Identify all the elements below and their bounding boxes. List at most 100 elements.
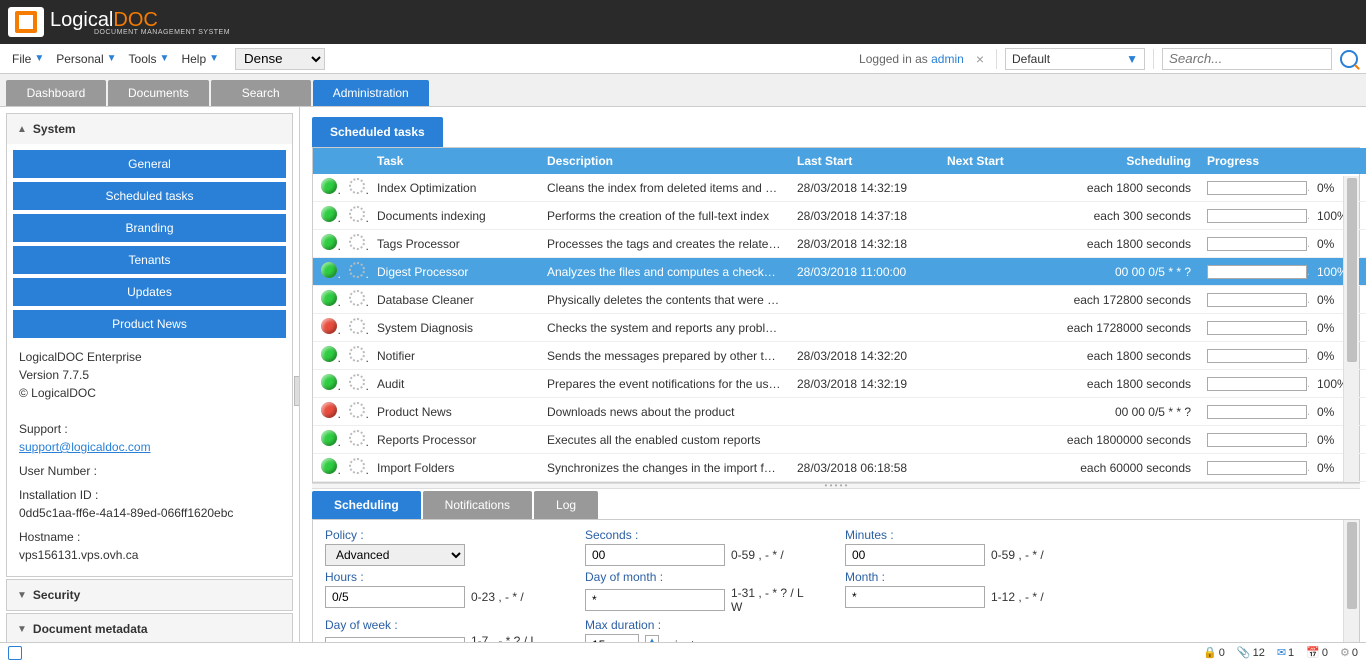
table-row[interactable]: Product NewsDownloads news about the pro… [313, 398, 1366, 426]
table-row[interactable]: AuditPrepares the event notifications fo… [313, 370, 1366, 398]
tasks-table: Task Description Last Start Next Start S… [313, 148, 1366, 482]
menu-tools[interactable]: Tools▼ [125, 50, 174, 68]
status-checked-out[interactable]: 📎12 [1237, 646, 1265, 659]
table-row[interactable]: Tags ProcessorProcesses the tags and cre… [313, 230, 1366, 258]
status-green-icon [321, 458, 337, 474]
sidebar-metadata-header[interactable]: ▼ Document metadata [7, 614, 292, 644]
sidebar-security-header[interactable]: ▼ Security [7, 580, 292, 610]
tab-administration[interactable]: Administration [313, 80, 429, 106]
run-task-icon[interactable] [349, 402, 365, 418]
run-task-icon[interactable] [349, 178, 365, 194]
menu-personal[interactable]: Personal▼ [52, 50, 120, 68]
task-last-start: 28/03/2018 14:37:18 [789, 202, 939, 230]
table-row[interactable]: Import FoldersSynchronizes the changes i… [313, 454, 1366, 482]
run-task-icon[interactable] [349, 374, 365, 390]
col-description[interactable]: Description [539, 148, 789, 174]
subtab-scheduled-tasks[interactable]: Scheduled tasks [312, 117, 443, 147]
maxdur-label: Max duration : [585, 618, 805, 632]
run-task-icon[interactable] [349, 458, 365, 474]
chevron-down-icon: ▼ [17, 590, 27, 601]
search-icon[interactable] [1340, 50, 1358, 68]
run-task-icon[interactable] [349, 318, 365, 334]
sidebar-system-header[interactable]: ▲ System [7, 114, 292, 144]
task-name: Import Folders [369, 454, 539, 482]
policy-label: Policy : [325, 528, 545, 542]
seconds-input[interactable] [585, 544, 725, 566]
sidebar-item-product-news[interactable]: Product News [13, 310, 286, 338]
task-last-start: 28/03/2018 14:32:18 [789, 230, 939, 258]
status-red-icon [321, 402, 337, 418]
run-task-icon[interactable] [349, 206, 365, 222]
chevron-down-icon: ▼ [17, 624, 27, 635]
status-locked[interactable]: 🔒0 [1203, 646, 1225, 659]
run-task-icon[interactable] [349, 346, 365, 362]
sidebar-item-scheduled-tasks[interactable]: Scheduled tasks [13, 182, 286, 210]
task-next-start [939, 286, 1039, 314]
run-task-icon[interactable] [349, 430, 365, 446]
menu-file[interactable]: File▼ [8, 50, 48, 68]
progress-bar [1207, 405, 1307, 419]
sidebar-item-updates[interactable]: Updates [13, 278, 286, 306]
dom-input[interactable] [585, 589, 725, 611]
statusbar: 🔒0 📎12 ✉1 📅0 ⚙0 [0, 642, 1366, 662]
support-email-link[interactable]: support@logicaldoc.com [19, 440, 151, 454]
minutes-hint: 0-59 , - * / [991, 548, 1044, 562]
sidebar-collapse-handle[interactable] [294, 376, 300, 406]
tenant-select[interactable]: Default▼ [1005, 48, 1145, 70]
task-next-start [939, 454, 1039, 482]
sidebar-item-general[interactable]: General [13, 150, 286, 178]
status-green-icon [321, 346, 337, 362]
detail-tab-log[interactable]: Log [534, 491, 598, 519]
table-row[interactable]: NotifierSends the messages prepared by o… [313, 342, 1366, 370]
progress-bar [1207, 265, 1307, 279]
policy-select[interactable]: Advanced [325, 544, 465, 566]
progress-bar [1207, 237, 1307, 251]
month-input[interactable] [845, 586, 985, 608]
minutes-label: Minutes : [845, 528, 1065, 542]
menu-help[interactable]: Help▼ [177, 50, 223, 68]
detail-tab-notifications[interactable]: Notifications [423, 491, 532, 519]
col-scheduling[interactable]: Scheduling [1039, 148, 1199, 174]
task-next-start [939, 342, 1039, 370]
sidebar-item-branding[interactable]: Branding [13, 214, 286, 242]
run-task-icon[interactable] [349, 262, 365, 278]
tab-search[interactable]: Search [211, 80, 311, 106]
month-hint: 1-12 , - * / [991, 590, 1044, 604]
col-next-start[interactable]: Next Start [939, 148, 1039, 174]
table-scrollbar[interactable] [1343, 176, 1359, 482]
col-task[interactable]: Task [369, 148, 539, 174]
hours-input[interactable] [325, 586, 465, 608]
progress-bar [1207, 433, 1307, 447]
status-workflows[interactable]: ⚙0 [1340, 646, 1358, 659]
search-input[interactable] [1162, 48, 1332, 70]
status-messages[interactable]: ✉1 [1277, 646, 1294, 659]
run-task-icon[interactable] [349, 234, 365, 250]
horizontal-splitter[interactable]: • • • • • [312, 483, 1360, 489]
clipboard-icon[interactable] [8, 646, 22, 660]
status-events[interactable]: 📅0 [1306, 646, 1328, 659]
col-progress[interactable]: Progress [1199, 148, 1309, 174]
sidebar-item-tenants[interactable]: Tenants [13, 246, 286, 274]
col-last-start[interactable]: Last Start [789, 148, 939, 174]
progress-bar [1207, 181, 1307, 195]
tab-dashboard[interactable]: Dashboard [6, 80, 106, 106]
table-row[interactable]: System DiagnosisChecks the system and re… [313, 314, 1366, 342]
table-row[interactable]: Index OptimizationCleans the index from … [313, 174, 1366, 202]
table-row[interactable]: Digest ProcessorAnalyzes the files and c… [313, 258, 1366, 286]
tab-documents[interactable]: Documents [108, 80, 209, 106]
minutes-input[interactable] [845, 544, 985, 566]
detail-tab-scheduling[interactable]: Scheduling [312, 491, 421, 519]
task-description: Processes the tags and creates the relat… [539, 230, 789, 258]
run-task-icon[interactable] [349, 290, 365, 306]
dom-label: Day of month : [585, 570, 805, 584]
density-select[interactable]: Dense [235, 48, 325, 70]
task-last-start [789, 314, 939, 342]
task-description: Sends the messages prepared by other tas… [539, 342, 789, 370]
table-row[interactable]: Database CleanerPhysically deletes the c… [313, 286, 1366, 314]
table-row[interactable]: Reports ProcessorExecutes all the enable… [313, 426, 1366, 454]
logout-icon[interactable]: × [972, 51, 988, 67]
task-scheduling: each 1800000 seconds [1039, 426, 1199, 454]
table-row[interactable]: Documents indexingPerforms the creation … [313, 202, 1366, 230]
lock-icon: 🔒 [1203, 646, 1217, 659]
detail-scrollbar[interactable] [1343, 520, 1359, 644]
